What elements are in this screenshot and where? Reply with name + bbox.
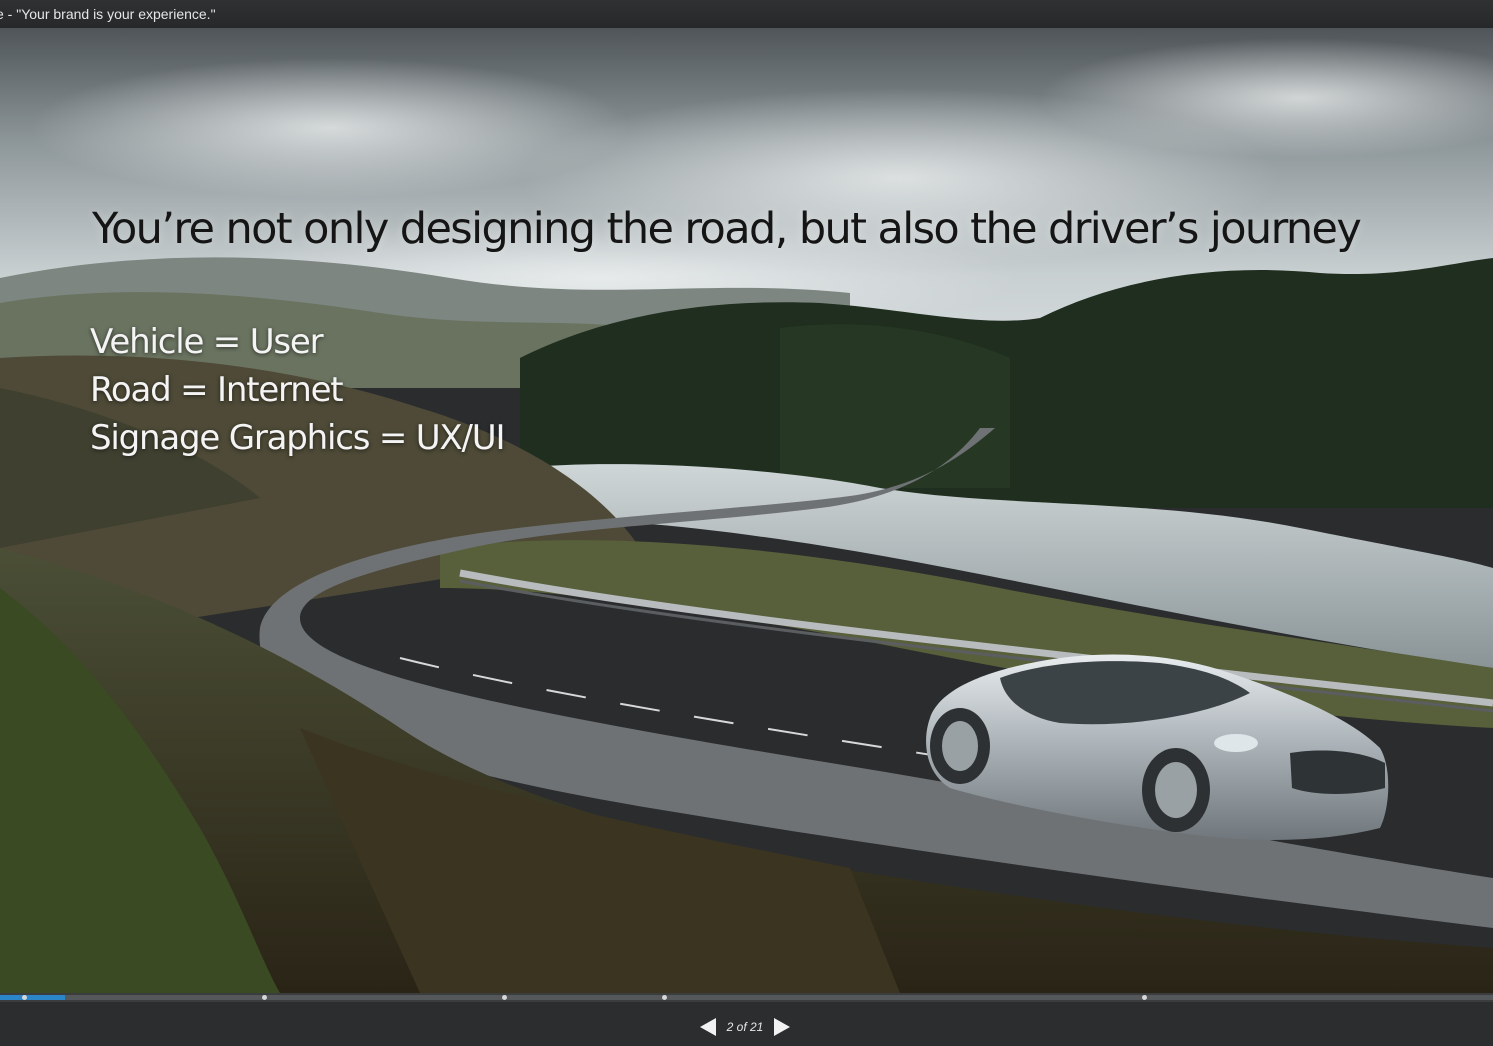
page-indicator: 2 of 21 [726, 1020, 764, 1034]
chapter-marker[interactable] [22, 995, 27, 1000]
bullet-item: Road = Internet [90, 370, 344, 410]
next-arrow-icon [774, 1018, 790, 1036]
slide-bullet-list: Vehicle = User Road = Internet Signage G… [90, 318, 505, 462]
prev-arrow-icon [700, 1018, 716, 1036]
slide-progress-bar[interactable] [0, 993, 1493, 1002]
chapter-marker[interactable] [662, 995, 667, 1000]
progress-fill [0, 995, 66, 1000]
player-controls: 2 of 21 [0, 1002, 1493, 1046]
presentation-title: e - "Your brand is your experience." [0, 6, 216, 22]
slide-canvas[interactable]: You’re not only designing the road, but … [0, 28, 1493, 993]
chapter-marker[interactable] [502, 995, 507, 1000]
progress-track[interactable] [0, 995, 1493, 1000]
slide-heading: You’re not only designing the road, but … [92, 204, 1362, 254]
bullet-item: Signage Graphics = UX/UI [90, 418, 505, 458]
bullet-item: Vehicle = User [90, 322, 324, 362]
chapter-marker[interactable] [1142, 995, 1147, 1000]
next-slide-button[interactable] [771, 1016, 793, 1038]
window-title-bar: e - "Your brand is your experience." [0, 0, 1493, 28]
chapter-marker[interactable] [262, 995, 267, 1000]
prev-slide-button[interactable] [697, 1016, 719, 1038]
car-on-winding-road-photo [0, 28, 1493, 993]
